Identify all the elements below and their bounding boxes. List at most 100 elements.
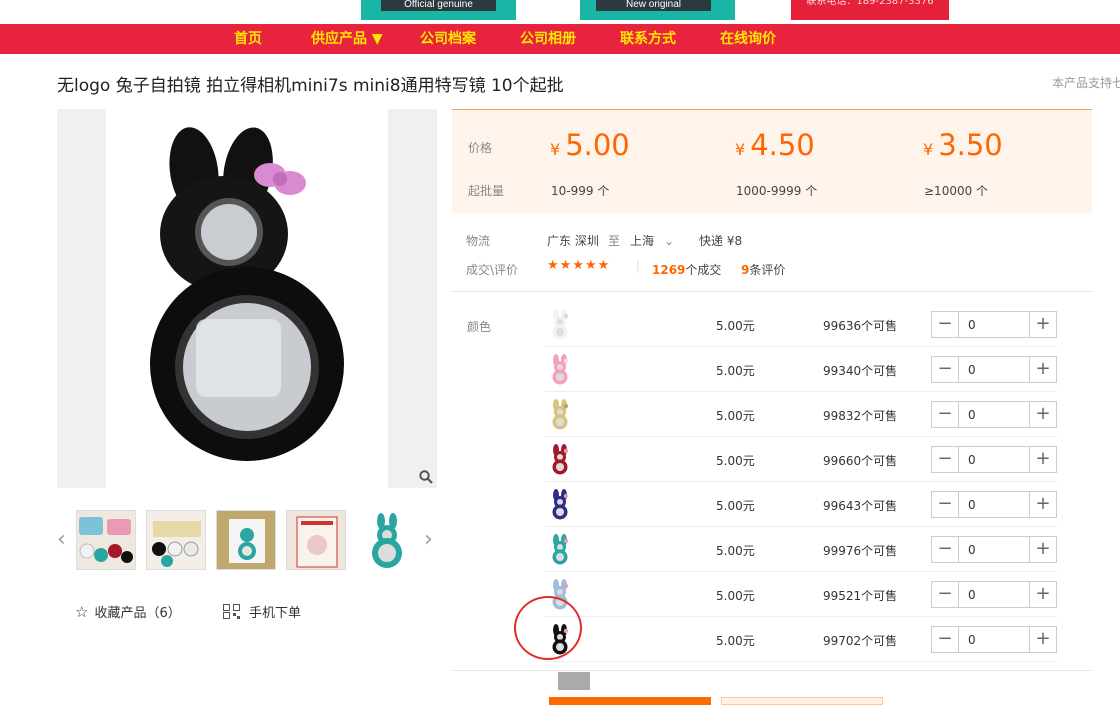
quantity-stepper: −+ [931,626,1057,653]
thumbnail-3-image [229,519,265,563]
sku-stock: 99521个可售 [823,589,898,603]
tier-2-price: ¥4.50 [735,128,815,162]
sku-price: 5.00元 [716,364,755,378]
sku-thumbnail [552,534,569,565]
quantity-input[interactable] [960,582,1030,607]
plus-button[interactable]: + [1029,312,1056,337]
minus-button[interactable]: − [932,492,959,517]
plus-button[interactable]: + [1029,447,1056,472]
quantity-input[interactable] [960,627,1030,652]
banner-official[interactable]: Official genuine [361,0,516,20]
price-box: 价格 起批量 ¥5.00 ¥4.50 ¥3.50 10-999 个 1000-9… [452,109,1092,213]
sku-price: 5.00元 [716,499,755,513]
thumbnail-1[interactable] [76,510,136,570]
sku-row: 5.00元99521个可售−+ [545,572,1057,617]
minus-button[interactable]: − [932,582,959,607]
sku-stock: 99832个可售 [823,409,898,423]
nav-company-profile[interactable]: 公司档案 [420,24,476,54]
minus-button[interactable]: − [932,312,959,337]
mobile-order[interactable]: 手机下单 [223,602,301,621]
deal-count: 1269 [652,263,686,277]
thumbnail-2[interactable] [146,510,206,570]
nav-contact[interactable]: 联系方式 [620,24,676,54]
add-cart-button[interactable] [721,697,883,705]
zoom-button[interactable] [414,465,437,488]
gray-chip [558,672,590,690]
sku-thumbnail [552,399,569,430]
sku-stock: 99976个可售 [823,544,898,558]
sku-stock: 99702个可售 [823,634,898,648]
thumbnail-4[interactable] [286,510,346,570]
quantity-stepper: −+ [931,401,1057,428]
color-label: 颜色 [467,320,492,334]
nav-company-album[interactable]: 公司相册 [520,24,576,54]
quantity-input[interactable] [960,312,1030,337]
review-count-link[interactable]: 9条评价 [741,261,785,278]
main-product-image[interactable] [57,109,437,488]
ship-to: 上海 [630,234,655,248]
nav-home[interactable]: 首页 [234,24,262,54]
sku-price: 5.00元 [716,409,755,423]
deals-separator: | [636,259,641,273]
thumbnail-5[interactable] [356,510,416,570]
thumbnail-3[interactable] [216,510,276,570]
chevron-down-icon: ⌄ [664,234,675,248]
quantity-input[interactable] [960,357,1030,382]
quantity-input[interactable] [960,537,1030,562]
favorite-label: 收藏产品（6） [94,606,181,621]
nav-products[interactable]: 供应产品 ▼ [311,24,383,54]
sku-thumbnail [552,354,569,385]
quantity-input[interactable] [960,492,1030,517]
minus-button[interactable]: − [932,537,959,562]
sku-price: 5.00元 [716,454,755,468]
sku-row: 5.00元99660个可售−+ [545,437,1057,482]
nav-inquiry[interactable]: 在线询价 [720,24,776,54]
sku-stock: 99660个可售 [823,454,898,468]
thumb-next-icon[interactable]: › [424,527,433,552]
quantity-stepper: −+ [931,311,1057,338]
quantity-input[interactable] [960,402,1030,427]
top-banner: Official genuine New original 联系电话：189-2… [0,0,1120,24]
order-button[interactable] [549,697,711,705]
favorite-product[interactable]: ☆ 收藏产品（6） [75,602,181,621]
banner-official-tag: Official genuine [381,0,496,11]
mobile-order-label: 手机下单 [249,606,302,621]
quantity-input[interactable] [960,447,1030,472]
sku-price: 5.00元 [716,634,755,648]
plus-button[interactable]: + [1029,627,1056,652]
divider [452,291,1092,292]
quantity-stepper: −+ [931,356,1057,383]
sku-stock: 99643个可售 [823,499,898,513]
sku-row: 5.00元99976个可售−+ [545,527,1057,572]
quantity-stepper: −+ [931,581,1057,608]
sku-row: 5.00元99636个可售−+ [545,302,1057,347]
banner-new-tag: New original [596,0,711,11]
minus-button[interactable]: − [932,357,959,382]
review-suffix: 条评价 [749,263,786,277]
quantity-stepper: −+ [931,446,1057,473]
plus-button[interactable]: + [1029,402,1056,427]
deal-count-link[interactable]: 1269个成交 [652,261,721,278]
ship-to-select[interactable]: 上海 ⌄ [630,232,674,249]
minus-button[interactable]: − [932,447,959,472]
plus-button[interactable]: + [1029,357,1056,382]
sku-stock: 99636个可售 [823,319,898,333]
thumb-prev-icon[interactable]: ‹ [57,527,66,552]
ship-from: 广东 深圳 [547,234,599,248]
min-qty-label: 起批量 [468,184,505,198]
deals-label: 成交\评价 [466,263,519,277]
sku-price: 5.00元 [716,544,755,558]
sku-row: 5.00元99702个可售−+ [545,617,1057,662]
plus-button[interactable]: + [1029,492,1056,517]
banner-new[interactable]: New original [580,0,735,20]
sku-price: 5.00元 [716,319,755,333]
thumbnail-5-image [372,513,402,568]
support-text: 本产品支持七 [1052,76,1120,90]
plus-button[interactable]: + [1029,582,1056,607]
quantity-stepper: −+ [931,536,1057,563]
price-label: 价格 [468,141,493,155]
sku-thumbnail [552,489,569,520]
minus-button[interactable]: − [932,402,959,427]
minus-button[interactable]: − [932,627,959,652]
plus-button[interactable]: + [1029,537,1056,562]
